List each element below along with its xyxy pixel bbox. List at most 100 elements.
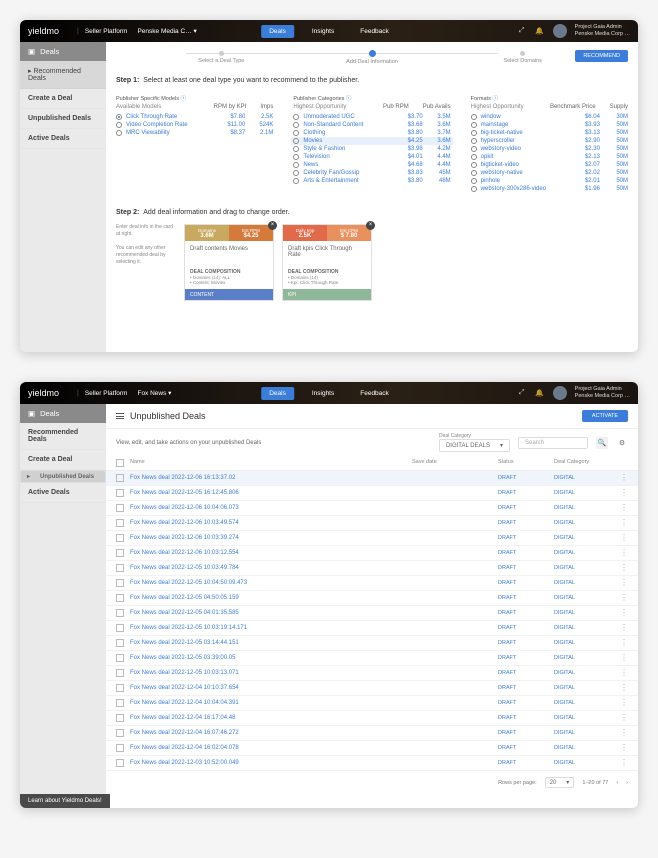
radio-icon[interactable] <box>471 154 477 160</box>
deal-name[interactable]: Fox News deal 2022-12-04 16:07:46.272 <box>130 730 406 736</box>
row-actions-icon[interactable]: ⋮ <box>620 475 628 481</box>
radio-icon[interactable] <box>293 122 299 128</box>
row-checkbox[interactable] <box>116 639 124 647</box>
row-actions-icon[interactable]: ⋮ <box>620 490 628 496</box>
row-actions-icon[interactable]: ⋮ <box>620 685 628 691</box>
deal-type-row[interactable]: big-ticket-native$3.1350M <box>471 129 628 137</box>
sidebar-item-unpublished[interactable]: Unpublished Deals <box>20 109 106 129</box>
sidebar-item-unpublished[interactable]: ▸ Unpublished Deals <box>20 470 106 483</box>
row-actions-icon[interactable]: ⋮ <box>620 505 628 511</box>
deal-type-row[interactable]: Unmoderated UGC$3.703.5M <box>293 113 450 121</box>
bell-icon[interactable]: 🔔 <box>535 388 545 398</box>
row-actions-icon[interactable]: ⋮ <box>620 610 628 616</box>
row-checkbox[interactable] <box>116 489 124 497</box>
row-checkbox[interactable] <box>116 699 124 707</box>
row-checkbox[interactable] <box>116 729 124 737</box>
table-row[interactable]: Fox News deal 2022-12-06 10:03:39.274 DR… <box>106 531 638 546</box>
col-save[interactable]: Save date <box>412 459 492 467</box>
radio-icon[interactable] <box>293 130 299 136</box>
client-selector[interactable]: Fox News ▾ <box>137 389 171 397</box>
deal-type-row[interactable]: webstory-300x286-video$1.9650M <box>471 185 628 193</box>
activate-button[interactable]: ACTIVATE <box>582 410 628 422</box>
radio-icon[interactable] <box>471 138 477 144</box>
radio-icon[interactable] <box>293 154 299 160</box>
search-button[interactable]: 🔍 <box>596 437 608 449</box>
category-select[interactable]: DIGITAL DEALS▾ <box>439 439 510 452</box>
table-row[interactable]: Fox News deal 2022-12-05 10:04:50:09.473… <box>106 576 638 591</box>
deal-name[interactable]: Fox News deal 2022-12-04 16:02:04.078 <box>130 745 406 751</box>
sidebar-item-recommended[interactable]: Recommended Deals <box>20 423 106 450</box>
table-row[interactable]: Fox News deal 2022-12-05 04:01:35.585 DR… <box>106 606 638 621</box>
radio-icon[interactable] <box>116 114 122 120</box>
search-input[interactable]: Search <box>518 437 588 449</box>
row-actions-icon[interactable]: ⋮ <box>620 595 628 601</box>
radio-icon[interactable] <box>293 178 299 184</box>
row-checkbox[interactable] <box>116 609 124 617</box>
radio-icon[interactable] <box>471 186 477 192</box>
deal-name[interactable]: Fox News deal 2022-12-06 16:13:37.02 <box>130 475 406 481</box>
client-selector[interactable]: Penske Media C… ▾ <box>137 27 196 35</box>
deal-type-row[interactable]: Clothing$3.803.7M <box>293 129 450 137</box>
sidebar-item-active[interactable]: Active Deals <box>20 129 106 149</box>
sidebar-item-create[interactable]: Create a Deal <box>20 89 106 109</box>
learn-banner[interactable]: Learn about Yieldmo Deals! <box>20 794 110 808</box>
deal-type-row[interactable]: window$6.0430M <box>471 113 628 121</box>
deal-type-row[interactable]: hyperscroller$2.9050M <box>471 137 628 145</box>
deal-type-row[interactable]: bigticket-video$2.0750M <box>471 161 628 169</box>
deal-type-row[interactable]: pinhole$2.0150M <box>471 177 628 185</box>
row-actions-icon[interactable]: ⋮ <box>620 700 628 706</box>
row-actions-icon[interactable]: ⋮ <box>620 550 628 556</box>
table-row[interactable]: Fox News deal 2022-12-05 04:50:05.159 DR… <box>106 591 638 606</box>
radio-icon[interactable] <box>471 162 477 168</box>
table-row[interactable]: Fox News deal 2022-12-04 16:02:04.078 DR… <box>106 741 638 756</box>
radio-icon[interactable] <box>471 122 477 128</box>
row-checkbox[interactable] <box>116 549 124 557</box>
rows-per-page-select[interactable]: 20 ▾ <box>545 777 575 788</box>
deal-card-kpi[interactable]: × Daily Imp2.5KEst CPM$ 7.80 Draft kpis … <box>282 224 372 301</box>
nav-feedback[interactable]: Feedback <box>352 25 397 38</box>
settings-icon[interactable]: ⚙ <box>616 437 628 449</box>
row-actions-icon[interactable]: ⋮ <box>620 655 628 661</box>
deal-name[interactable]: Fox News deal 2022-12-06 10:03:39.274 <box>130 535 406 541</box>
row-checkbox[interactable] <box>116 474 124 482</box>
deal-card-content[interactable]: × Domains3.6MEst RPM$4.25 Draft contents… <box>184 224 274 301</box>
radio-icon[interactable] <box>293 170 299 176</box>
radio-icon[interactable] <box>471 170 477 176</box>
table-row[interactable]: Fox News deal 2022-12-04 10:04:04.391 DR… <box>106 696 638 711</box>
row-checkbox[interactable] <box>116 669 124 677</box>
row-actions-icon[interactable]: ⋮ <box>620 715 628 721</box>
deal-type-row[interactable]: Non-Standard Content$3.683.6M <box>293 121 450 129</box>
row-actions-icon[interactable]: ⋮ <box>620 580 628 586</box>
radio-icon[interactable] <box>293 138 299 144</box>
bell-icon[interactable]: 🔔 <box>535 26 545 36</box>
nav-feedback[interactable]: Feedback <box>352 387 397 400</box>
table-row[interactable]: Fox News deal 2022-12-06 16:13:37.02 DRA… <box>106 471 638 486</box>
radio-icon[interactable] <box>116 122 122 128</box>
step-1[interactable]: Select a Deal Type <box>146 51 297 64</box>
row-checkbox[interactable] <box>116 564 124 572</box>
row-actions-icon[interactable]: ⋮ <box>620 565 628 571</box>
radio-icon[interactable] <box>471 114 477 120</box>
deal-name[interactable]: Fox News deal 2022-12-06 10:04:06.073 <box>130 505 406 511</box>
row-checkbox[interactable] <box>116 684 124 692</box>
deal-name[interactable]: Fox News deal 2022-12-05 10:04:50:09.473 <box>130 580 406 586</box>
nav-insights[interactable]: Insights <box>304 387 342 400</box>
row-checkbox[interactable] <box>116 654 124 662</box>
sidebar-item-recommended[interactable]: ▸ Recommended Deals <box>20 61 106 89</box>
deal-type-row[interactable]: MRC Viewability$8.372.1M <box>116 129 273 137</box>
recommend-button[interactable]: RECOMMEND <box>575 50 628 62</box>
deal-name[interactable]: Fox News deal 2022-12-05 10:03:49.784 <box>130 565 406 571</box>
sidebar-item-create[interactable]: Create a Deal <box>20 450 106 470</box>
row-checkbox[interactable] <box>116 624 124 632</box>
row-actions-icon[interactable]: ⋮ <box>620 535 628 541</box>
row-checkbox[interactable] <box>116 534 124 542</box>
deal-name[interactable]: Fox News deal 2022-12-06 10:03:49.574 <box>130 520 406 526</box>
deal-type-row[interactable]: webstory-video$2.3050M <box>471 145 628 153</box>
table-row[interactable]: Fox News deal 2022-12-06 10:03:49.574 DR… <box>106 516 638 531</box>
table-row[interactable]: Fox News deal 2022-12-05 10:03:13.071 DR… <box>106 666 638 681</box>
table-row[interactable]: Fox News deal 2022-12-04 16:07:46.272 DR… <box>106 726 638 741</box>
row-checkbox[interactable] <box>116 579 124 587</box>
deal-type-row[interactable]: Movies$4.253.6M <box>291 137 452 145</box>
table-row[interactable]: Fox News deal 2022-12-05 16:12:45.806 DR… <box>106 486 638 501</box>
select-all-checkbox[interactable] <box>116 459 124 467</box>
